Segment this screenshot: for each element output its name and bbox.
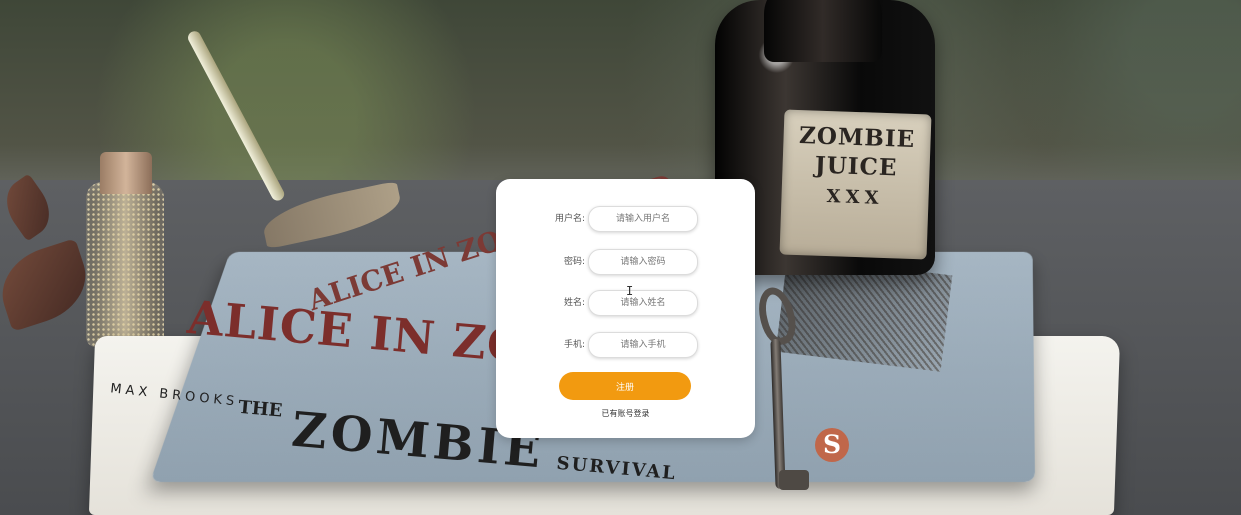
username-input[interactable] [588, 206, 698, 232]
password-label: 密码: [563, 257, 585, 267]
book-publisher-logo: S [815, 428, 849, 462]
name-label: 姓名: [563, 298, 585, 308]
name-input[interactable] [588, 290, 698, 316]
key-bit-image [779, 470, 809, 490]
phone-label: 手机: [563, 340, 585, 350]
register-button[interactable]: 注册 [559, 372, 691, 400]
phone-input[interactable] [588, 332, 698, 358]
username-row: 用户名: [496, 206, 755, 232]
password-input[interactable] [588, 249, 698, 275]
book-title-survival: SURVIVAL [555, 452, 678, 485]
small-glass-bottle-image [86, 152, 164, 347]
text-cursor-icon: I [626, 284, 634, 298]
phone-row: 手机: [496, 332, 755, 358]
book-title-the: THE [237, 396, 284, 422]
key-shaft-image [770, 338, 786, 490]
bottle-cork-image [100, 152, 152, 194]
existing-account-login-link[interactable]: 已有账号登录 [496, 408, 755, 420]
bottle-label-line-1: ZOMBIE [798, 122, 916, 154]
registration-card: 用户名: 密码: 姓名: 手机: 注册 已有账号登录 [496, 179, 755, 438]
vintage-key-image [753, 283, 809, 502]
registration-page: ALICE IN ZOMBIELAND ALICE IN ZOM MAX BRO… [0, 0, 1241, 515]
bottle-label-line-3: XXX [826, 186, 884, 209]
wooden-stick-image [185, 28, 287, 203]
bottle-label-line-2: JUICE [814, 151, 898, 182]
password-row: 密码: [496, 249, 755, 275]
username-label: 用户名: [554, 214, 585, 224]
bottle-label: ZOMBIE JUICE XXX [779, 109, 932, 260]
